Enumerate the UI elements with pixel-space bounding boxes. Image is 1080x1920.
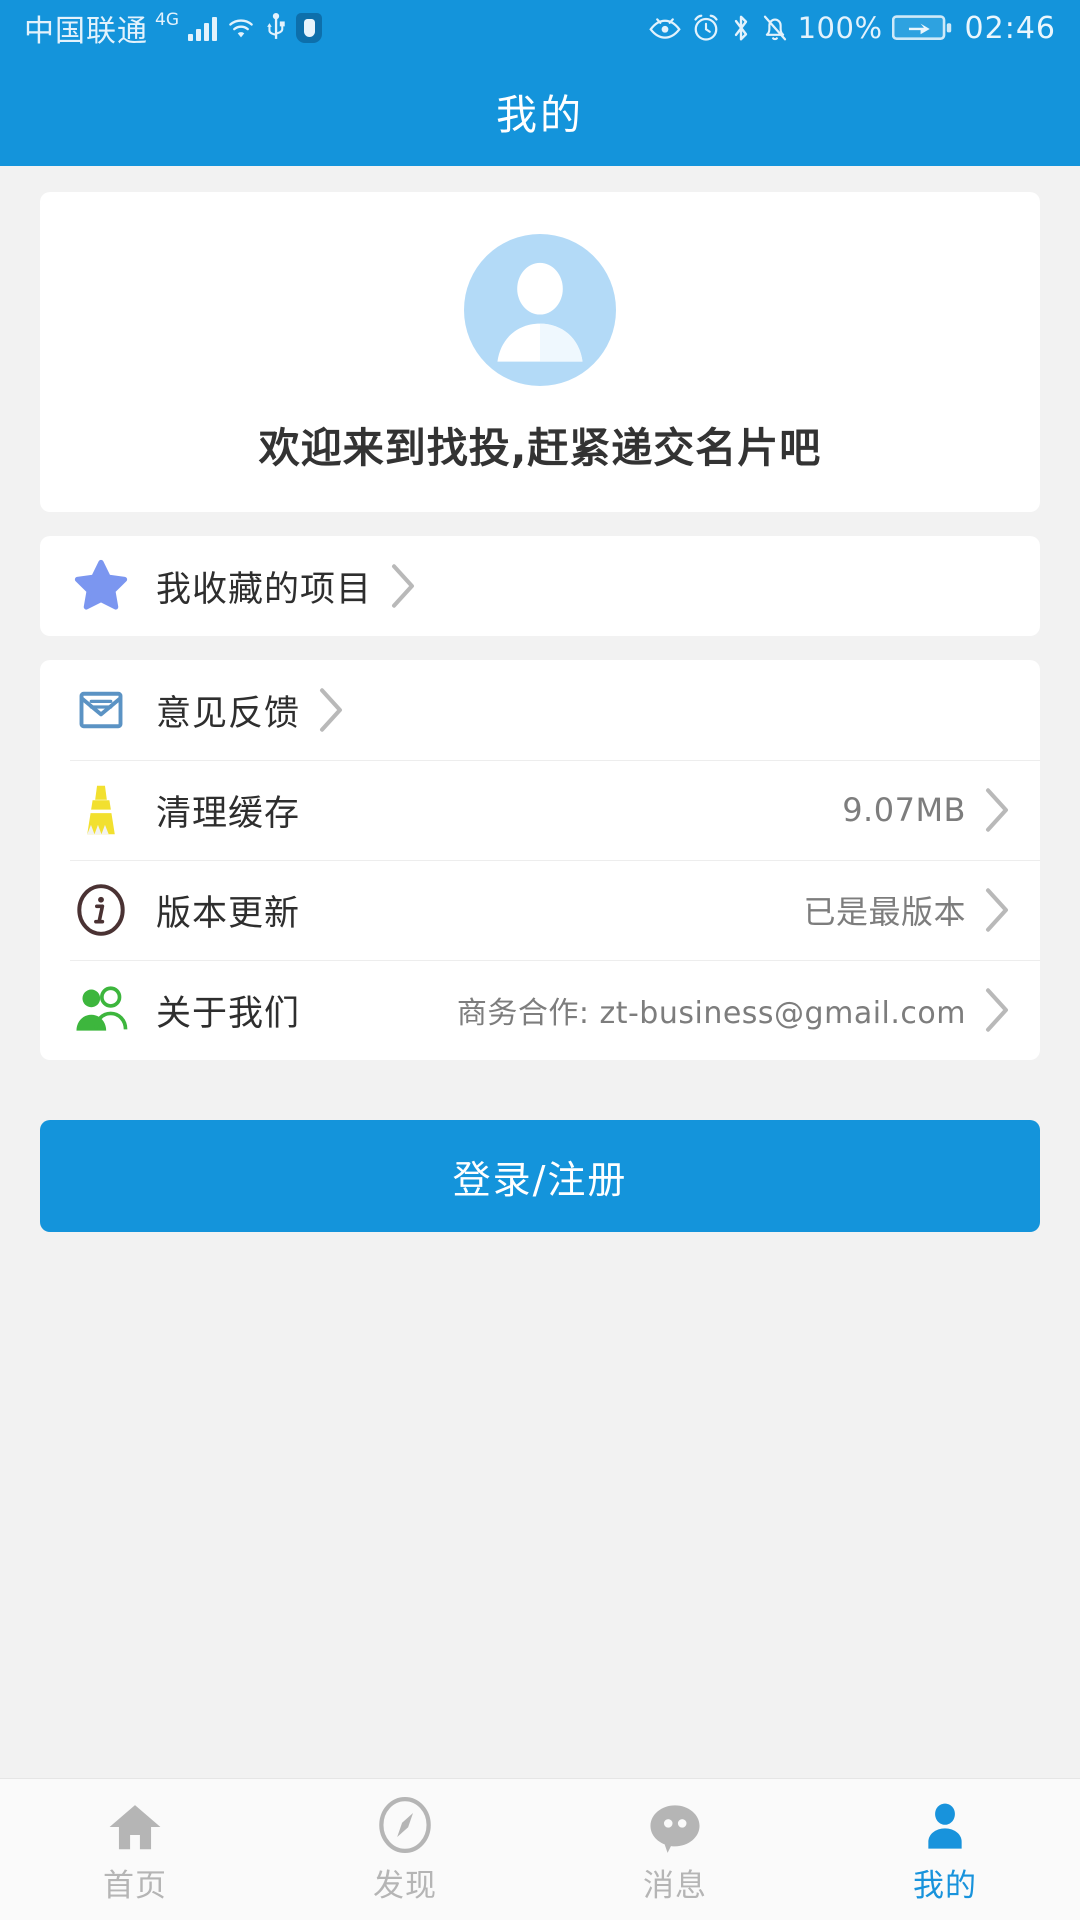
tab-label: 首页: [103, 1868, 167, 1904]
chevron-right-icon: [982, 785, 1012, 835]
chevron-right-icon: [316, 685, 346, 735]
menu-group-favorites: 我收藏的项目: [40, 536, 1040, 636]
menu-label: 关于我们: [156, 993, 301, 1034]
menu-label: 清理缓存: [156, 793, 301, 834]
cache-size-value: 9.07MB: [842, 791, 966, 829]
clock-label: 02:46: [964, 10, 1056, 46]
menu-row-about-us[interactable]: 关于我们 商务合作: zt-business@gmail.com: [40, 960, 1040, 1060]
menu-row-feedback[interactable]: 意见反馈: [40, 660, 1040, 760]
chat-bubble-icon: [645, 1794, 705, 1854]
status-bar-right: 100% 02:46: [648, 11, 1056, 46]
signal-bars-icon: [188, 15, 217, 41]
page-title: 我的: [496, 91, 584, 139]
battery-charging-icon: [891, 13, 952, 43]
menu-label: 我收藏的项目: [156, 569, 373, 610]
welcome-text: 欢迎来到找投,赶紧递交名片吧: [258, 424, 822, 472]
battery-percent-label: 100%: [797, 11, 883, 45]
wifi-icon: [226, 15, 256, 41]
tab-discover[interactable]: 发现: [270, 1779, 540, 1920]
carrier-label: 中国联通: [24, 14, 148, 49]
network-type-label: 4G: [155, 10, 179, 30]
chevron-right-icon: [982, 985, 1012, 1035]
tab-label: 我的: [913, 1868, 977, 1904]
menu-group-settings: 意见反馈 清理缓存 9.07MB 版本更新 已是最版本 关于我们 商务合作: z…: [40, 660, 1040, 1060]
star-icon: [70, 555, 132, 617]
bell-muted-icon: [761, 13, 789, 43]
bluetooth-icon: [730, 13, 752, 43]
status-bar: 中国联通 4G 100% 02:46: [0, 0, 1080, 56]
eye-care-icon: [648, 15, 682, 41]
chevron-right-icon: [982, 885, 1012, 935]
app-root: 中国联通 4G 100% 02:46 我的 欢迎来到找投,赶紧递交名片吧 我收藏…: [0, 0, 1080, 1920]
tab-home[interactable]: 首页: [0, 1779, 270, 1920]
bottom-tab-bar: 首页 发现 消息 我的: [0, 1778, 1080, 1920]
tab-label: 消息: [643, 1868, 707, 1904]
login-register-button[interactable]: 登录/注册: [40, 1120, 1040, 1232]
menu-row-version-update[interactable]: 版本更新 已是最版本: [40, 860, 1040, 960]
profile-card[interactable]: 欢迎来到找投,赶紧递交名片吧: [40, 192, 1040, 512]
shield-icon: [296, 13, 322, 43]
usb-icon: [265, 13, 287, 43]
user-avatar-icon: [464, 234, 616, 386]
chevron-right-icon: [388, 561, 418, 611]
version-status-value: 已是最版本: [803, 893, 966, 931]
status-bar-left: 中国联通 4G: [24, 6, 322, 50]
people-group-icon: [70, 979, 132, 1041]
business-contact-value: 商务合作: zt-business@gmail.com: [456, 996, 966, 1031]
broom-icon: [70, 779, 132, 841]
main-content: 欢迎来到找投,赶紧递交名片吧 我收藏的项目 意见反馈 清理缓存 9.07MB 版…: [0, 166, 1080, 1778]
envelope-icon: [70, 679, 132, 741]
info-circle-icon: [70, 879, 132, 941]
person-icon: [918, 1794, 972, 1854]
tab-mine[interactable]: 我的: [810, 1779, 1080, 1920]
menu-label: 版本更新: [156, 893, 301, 934]
menu-row-clear-cache[interactable]: 清理缓存 9.07MB: [40, 760, 1040, 860]
tab-messages[interactable]: 消息: [540, 1779, 810, 1920]
alarm-clock-icon: [691, 13, 721, 43]
tab-label: 发现: [373, 1868, 437, 1904]
app-bar: 我的: [0, 56, 1080, 166]
home-icon: [106, 1794, 164, 1854]
menu-row-my-favorites[interactable]: 我收藏的项目: [40, 536, 1040, 636]
compass-icon: [376, 1794, 434, 1854]
avatar[interactable]: [40, 234, 1040, 386]
menu-label: 意见反馈: [156, 693, 301, 734]
